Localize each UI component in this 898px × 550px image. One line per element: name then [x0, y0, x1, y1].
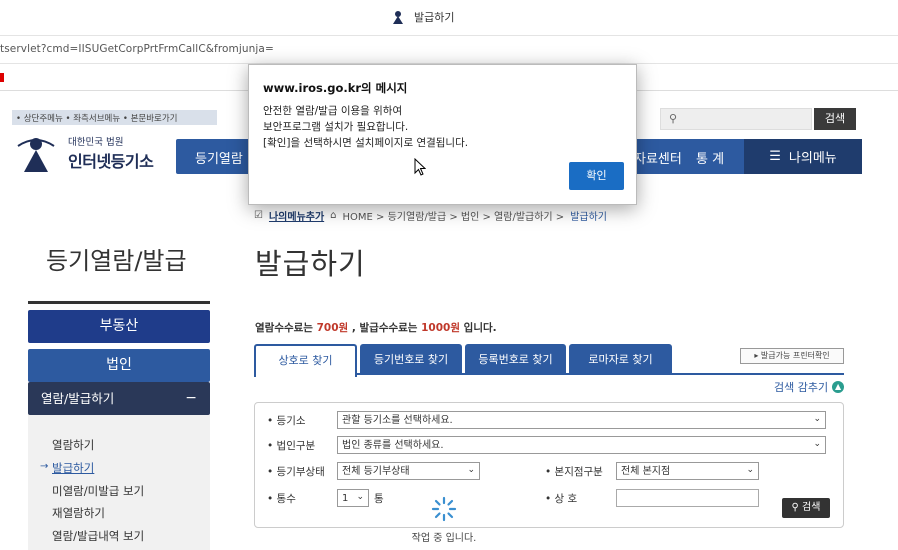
fee-text-1: 열람수수료는 — [255, 322, 317, 334]
spinner-icon — [431, 496, 457, 522]
form-search-label: 검색 — [802, 502, 821, 513]
corp-type-label: • 법인구분 — [267, 440, 316, 452]
arrow-icon: → — [40, 461, 49, 472]
site-search-input[interactable]: ⚲ — [660, 108, 812, 130]
tab-by-id-number[interactable]: 등록번호로 찾기 — [465, 344, 566, 375]
view-fee: 700원 — [316, 322, 349, 334]
sidebar-section-label: 열람/발급하기 — [41, 391, 115, 406]
checkbox-icon: ☑ — [254, 210, 263, 221]
chevron-down-icon: ⌄ — [746, 465, 754, 475]
fee-text-2: , 발급수수료는 — [348, 322, 422, 334]
hide-search-toggle[interactable]: 검색 감추기 ▲ — [774, 379, 845, 395]
brand-small: 대한민국 법원 — [68, 137, 124, 148]
window-title: 발급하기 — [390, 9, 454, 25]
registry-label: • 등기소 — [267, 415, 306, 427]
fee-text-3: 입니다. — [460, 322, 497, 334]
copies-select[interactable]: 1 ⌄ — [337, 489, 369, 507]
breadcrumb: ☑ 나의메뉴추가 ⌂ HOME > 등기열람/발급 > 법인 > 열람/발급하기… — [254, 208, 607, 223]
dialog-line-1: 안전한 열람/발급 이용을 위하여 — [263, 105, 403, 117]
collapse-circle-icon: ▲ — [832, 381, 845, 393]
brand-logo[interactable]: 대한민국 법원 인터넷등기소 — [16, 134, 154, 172]
sidebar-title: 등기열람/발급 — [46, 247, 187, 275]
window-title-text: 발급하기 — [414, 11, 455, 24]
ok-button[interactable]: 확인 — [569, 162, 624, 190]
submenu-view[interactable]: 열람하기 — [52, 437, 94, 453]
site-search-button[interactable]: 검색 — [814, 108, 856, 130]
copies-value: 1 — [342, 493, 349, 504]
sidebar-section-view-issue[interactable]: 열람/발급하기 − — [28, 382, 210, 415]
submenu-history[interactable]: 열람/발급내역 보기 — [52, 528, 144, 544]
copies-label: • 통수 — [267, 493, 296, 505]
util-links[interactable]: • 상단주메뉴 • 좌측서브메뉴 • 본문바로가기 — [12, 110, 217, 125]
sidebar-submenu: 열람하기 → 발급하기 미열람/미발급 보기 재열람하기 열람/발급내역 보기 — [28, 415, 210, 550]
tab-indicator — [0, 73, 4, 82]
chevron-down-icon: ⌄ — [467, 465, 475, 475]
mouse-cursor-icon — [414, 158, 426, 176]
gnb-item-stats[interactable]: 통 계 — [696, 148, 724, 167]
registry-select[interactable]: 관할 등기소를 선택하세요. ⌄ — [337, 411, 826, 429]
sidebar-divider — [28, 301, 210, 304]
branch-select[interactable]: 전체 본지점 ⌄ — [616, 462, 759, 480]
tab-by-roman[interactable]: 로마자로 찾기 — [569, 344, 672, 375]
dialog-line-3: [확인]을 선택하시면 설치페이지로 연결됩니다. — [263, 137, 469, 149]
corp-type-value: 법인 종류를 선택하세요. — [342, 440, 444, 451]
page-title: 발급하기 — [255, 247, 366, 281]
printer-check-button[interactable]: ▸ 발급가능 프린터확인 — [740, 348, 844, 364]
dialog-message: 안전한 열람/발급 이용을 위하여 보안프로그램 설치가 필요합니다. [확인]… — [263, 103, 468, 151]
issue-fee: 1000원 — [421, 322, 461, 334]
registry-value: 관할 등기소를 선택하세요. — [342, 415, 453, 426]
submenu-issue[interactable]: 발급하기 — [52, 460, 94, 476]
status-label: • 등기부상태 — [267, 466, 325, 478]
fee-notice: 열람수수료는 700원 , 발급수수료는 1000원 입니다. — [255, 320, 497, 335]
form-search-button[interactable]: ⚲ 검색 — [782, 498, 830, 518]
status-select[interactable]: 전체 등기부상태 ⌄ — [337, 462, 480, 480]
chevron-down-icon: ⌄ — [813, 439, 821, 449]
tab-by-name[interactable]: 상호로 찾기 — [254, 344, 357, 377]
chevron-down-icon: ⌄ — [356, 492, 364, 502]
court-emblem-icon — [17, 138, 55, 172]
branch-value: 전체 본지점 — [621, 466, 671, 477]
my-menu-button[interactable]: ☰ 나의메뉴 — [744, 139, 862, 174]
breadcrumb-current: 발급하기 — [570, 212, 607, 223]
gnb-item-registry[interactable]: 등기열람 — [195, 148, 243, 167]
search-panel: • 등기소 관할 등기소를 선택하세요. ⌄ • 법인구분 법인 종류를 선택하세… — [254, 402, 844, 528]
company-name-input[interactable] — [616, 489, 759, 507]
gnb-item-data-center[interactable]: 자료센터 — [634, 148, 682, 167]
name-label: • 상 호 — [545, 493, 578, 505]
search-icon: ⚲ — [669, 112, 678, 125]
sidebar-item-real-estate[interactable]: 부동산 — [28, 310, 210, 343]
window-titlebar: 발급하기 — [0, 0, 898, 36]
my-menu-label: 나의메뉴 — [788, 151, 837, 166]
sidebar-item-corporation[interactable]: 법인 — [28, 349, 210, 382]
address-url[interactable]: tservlet?cmd=IISUGetCorpPrtFrmCallC&from… — [0, 43, 274, 55]
dialog-title: www.iros.go.kr의 메시지 — [263, 81, 408, 95]
submenu-unviewed[interactable]: 미열람/미발급 보기 — [52, 483, 144, 499]
corp-type-select[interactable]: 법인 종류를 선택하세요. ⌄ — [337, 436, 826, 454]
court-logo-icon — [393, 11, 403, 24]
chevron-down-icon: ⌄ — [813, 414, 821, 424]
branch-label: • 본지점구분 — [545, 466, 603, 478]
address-bar[interactable]: tservlet?cmd=IISUGetCorpPrtFrmCallC&from… — [0, 36, 898, 64]
search-icon: ⚲ — [791, 502, 799, 513]
alert-dialog: www.iros.go.kr의 메시지 안전한 열람/발급 이용을 위하여 보안… — [248, 64, 637, 205]
loading-text: 작업 중 입니다. — [411, 533, 477, 544]
status-value: 전체 등기부상태 — [342, 466, 410, 477]
hamburger-icon: ☰ — [769, 149, 781, 164]
dialog-line-2: 보안프로그램 설치가 필요합니다. — [263, 121, 409, 133]
brand-text: 대한민국 법원 인터넷등기소 — [68, 134, 154, 172]
copies-unit: 통 — [374, 493, 384, 505]
tab-by-reg-number[interactable]: 등기번호로 찾기 — [360, 344, 462, 375]
hide-search-label: 검색 감추기 — [774, 381, 829, 394]
loading-indicator: 작업 중 입니다. — [408, 496, 480, 544]
breadcrumb-path: HOME > 등기열람/발급 > 법인 > 열람/발급하기 > — [342, 212, 565, 223]
collapse-icon[interactable]: − — [185, 382, 197, 415]
home-icon: ⌂ — [330, 210, 337, 221]
brand-big: 인터넷등기소 — [68, 152, 154, 171]
add-my-menu-link[interactable]: 나의메뉴추가 — [269, 208, 324, 223]
submenu-review[interactable]: 재열람하기 — [52, 505, 105, 521]
